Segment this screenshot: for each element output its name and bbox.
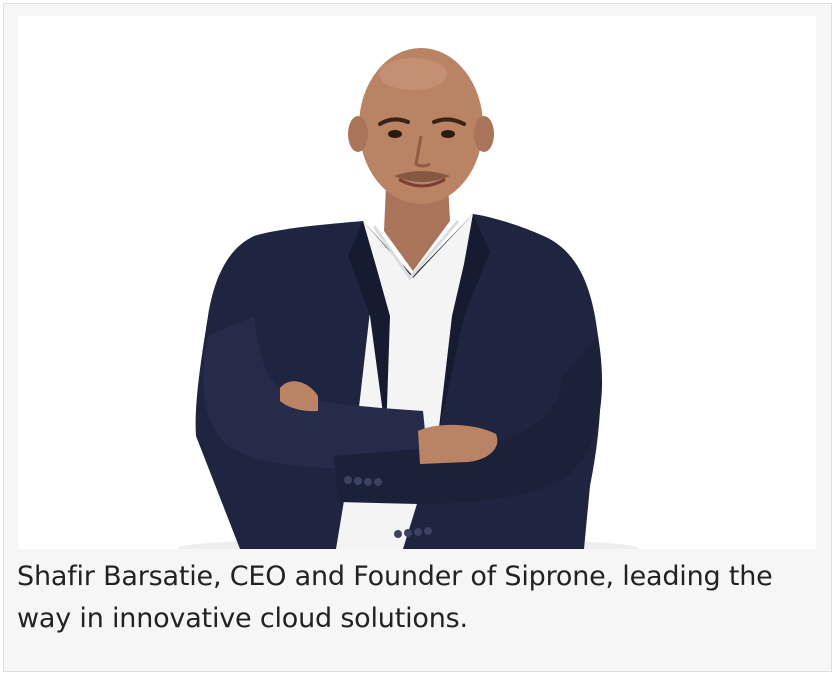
portrait-illustration: [18, 16, 816, 549]
portrait-photo: [18, 16, 816, 549]
figure-card: Shafir Barsatie, CEO and Founder of Sipr…: [3, 3, 832, 672]
figure-caption: Shafir Barsatie, CEO and Founder of Sipr…: [17, 561, 773, 634]
